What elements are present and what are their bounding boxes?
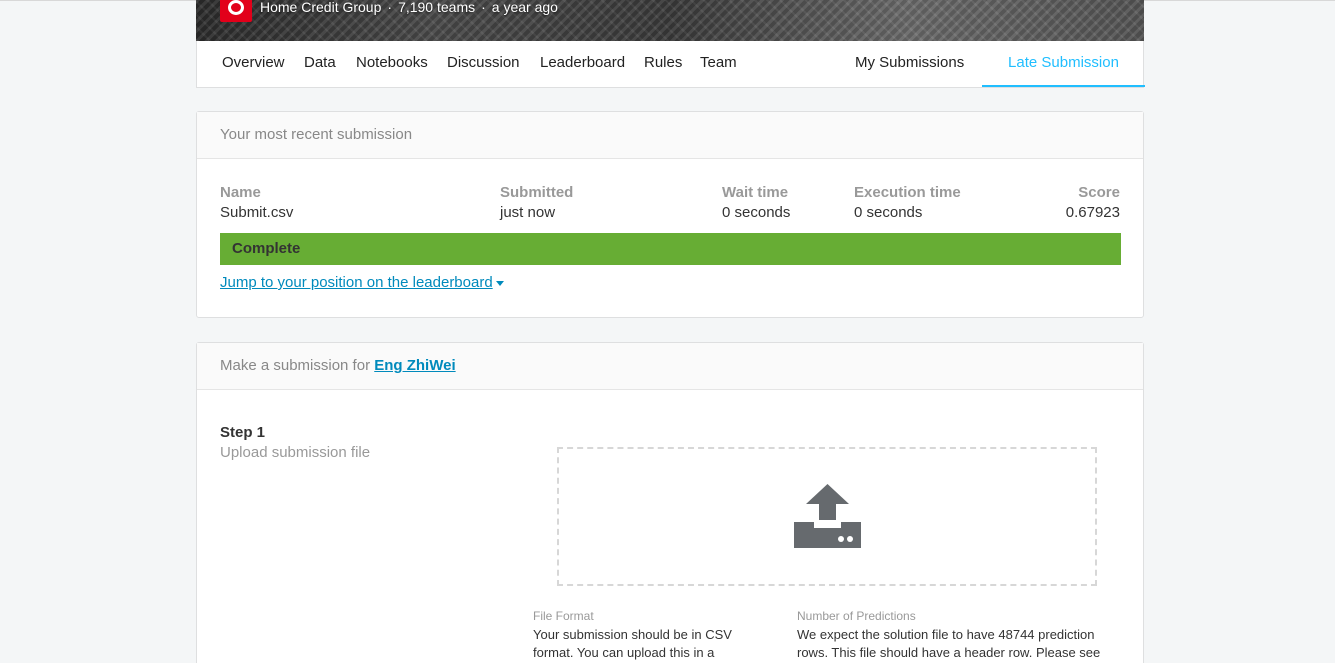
tab-leaderboard[interactable]: Leaderboard bbox=[540, 41, 625, 87]
status-label: Complete bbox=[232, 240, 301, 257]
status-bar: Complete bbox=[220, 233, 1121, 265]
score-value: 0.67923 bbox=[1065, 204, 1120, 221]
user-profile-link[interactable]: Eng ZhiWei bbox=[374, 357, 455, 374]
upload-tray-icon bbox=[794, 484, 861, 548]
competition-banner: Home Credit Group · 7,190 teams · a year ago bbox=[196, 0, 1144, 41]
name-column-label: Name bbox=[220, 184, 261, 201]
recent-submission-header: Your most recent submission bbox=[197, 112, 1143, 159]
submission-filename: Submit.csv bbox=[220, 204, 294, 221]
recent-submission-card: Your most recent submission Name Submit.… bbox=[196, 111, 1144, 318]
tab-discussion[interactable]: Discussion bbox=[447, 41, 520, 87]
step-title: Step 1 bbox=[220, 424, 266, 441]
jump-link-label: Jump to your position on the leaderboard bbox=[220, 274, 493, 291]
file-format-label: File Format bbox=[533, 609, 594, 623]
tab-overview[interactable]: Overview bbox=[222, 41, 285, 87]
jump-to-leaderboard-link[interactable]: Jump to your position on the leaderboard bbox=[220, 274, 504, 291]
make-submission-card: Make a submission for Eng ZhiWei Step 1 … bbox=[196, 342, 1144, 663]
wait-time-value: 0 seconds bbox=[722, 204, 791, 221]
organization-name[interactable]: Home Credit Group bbox=[260, 0, 381, 15]
tab-data[interactable]: Data bbox=[304, 41, 336, 87]
tab-rules[interactable]: Rules bbox=[644, 41, 682, 87]
wait-time-column-label: Wait time bbox=[722, 184, 789, 201]
submitted-value: just now bbox=[500, 204, 556, 221]
tab-notebooks[interactable]: Notebooks bbox=[356, 41, 428, 87]
make-submission-prefix: Make a submission for bbox=[220, 357, 371, 374]
number-of-predictions-text: We expect the solution file to have 4874… bbox=[797, 627, 1101, 660]
upload-dropzone[interactable] bbox=[557, 447, 1097, 586]
make-submission-header: Make a submission for Eng ZhiWei bbox=[197, 343, 1143, 390]
tab-team[interactable]: Team bbox=[700, 41, 737, 87]
execution-time-value: 0 seconds bbox=[854, 204, 923, 221]
number-of-predictions-label: Number of Predictions bbox=[797, 609, 916, 623]
banner-meta: Home Credit Group · 7,190 teams · a year ago bbox=[260, 0, 558, 15]
time-ago: a year ago bbox=[491, 0, 558, 15]
step-subtitle: Upload submission file bbox=[220, 444, 371, 461]
home-credit-logo[interactable] bbox=[220, 0, 252, 22]
caret-down-icon bbox=[495, 280, 504, 286]
competition-tabs: Overview Data Notebooks Discussion Leade… bbox=[196, 41, 1145, 88]
submitted-column-label: Submitted bbox=[500, 184, 574, 201]
teams-count: 7,190 teams bbox=[398, 0, 476, 15]
tab-late-submission[interactable]: Late Submission bbox=[982, 41, 1145, 87]
file-format-text: Your submission should be in CSV format.… bbox=[533, 627, 732, 660]
score-column-label: Score bbox=[1078, 184, 1120, 201]
tab-my-submissions[interactable]: My Submissions bbox=[855, 41, 964, 87]
execution-time-column-label: Execution time bbox=[854, 184, 961, 201]
page: Home Credit Group · 7,190 teams · a year ago… bbox=[0, 0, 1335, 663]
